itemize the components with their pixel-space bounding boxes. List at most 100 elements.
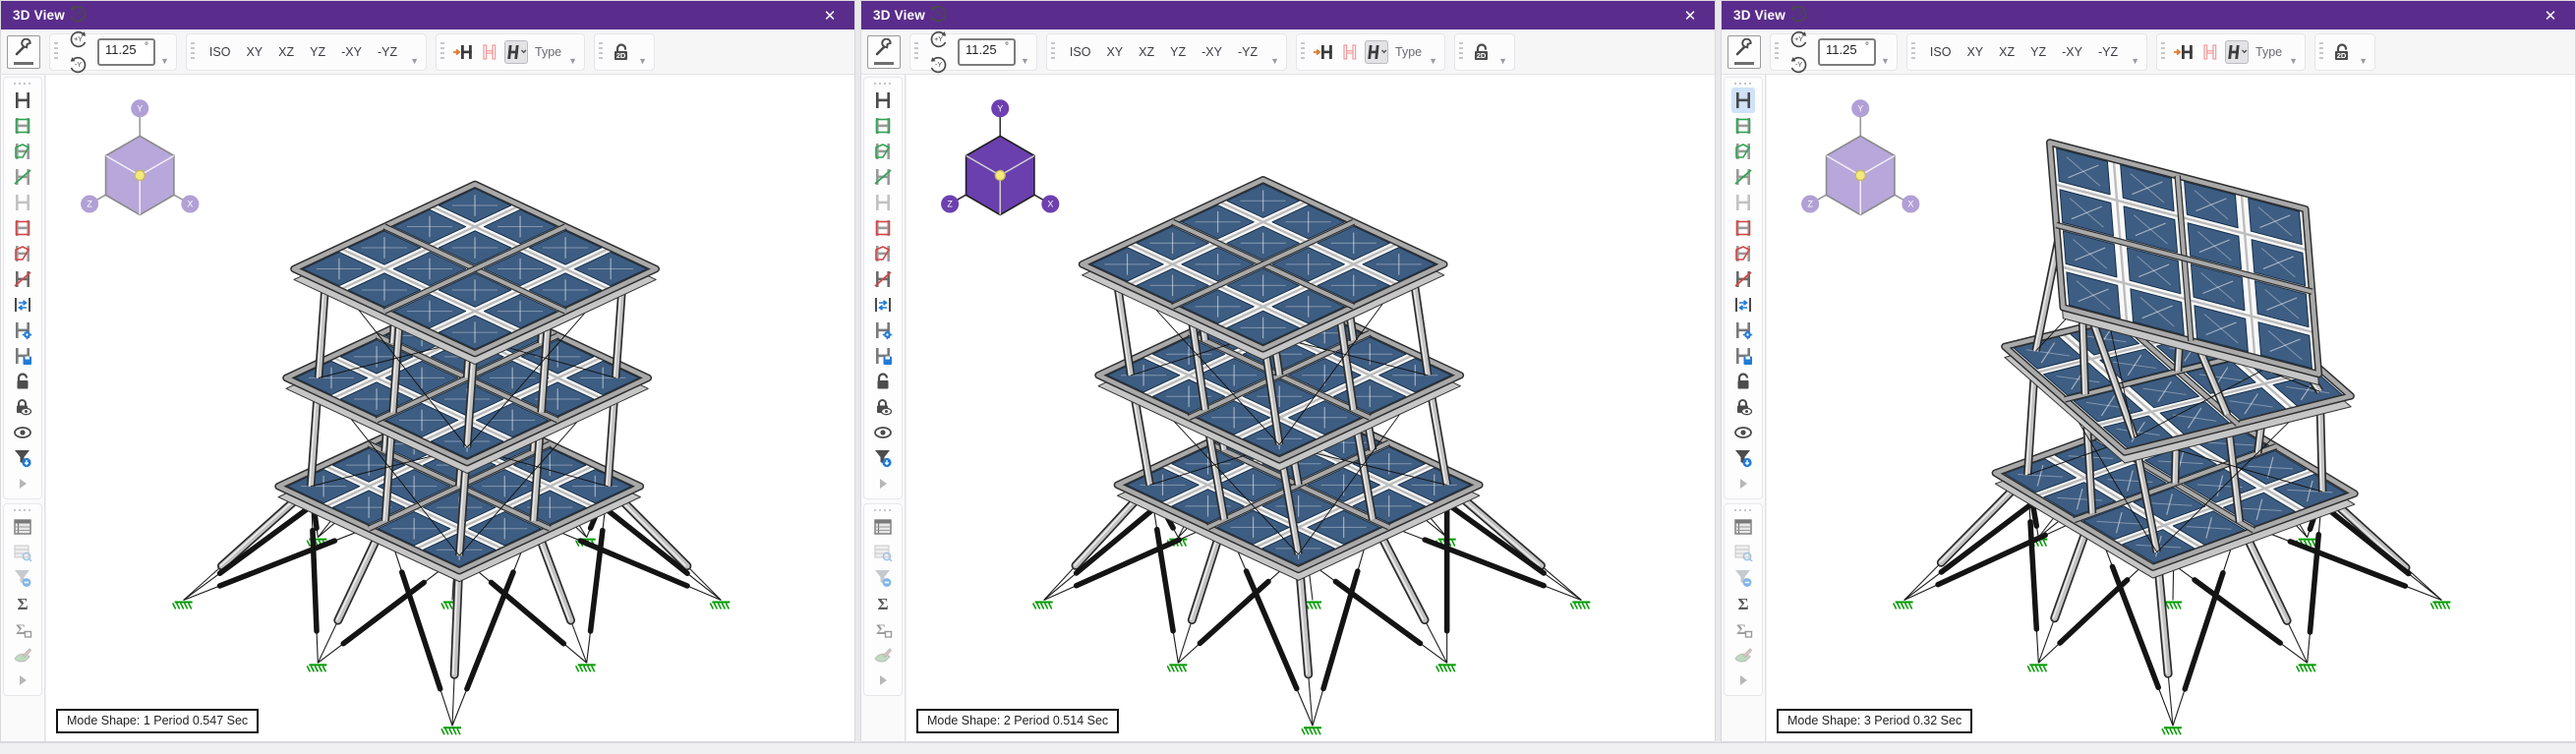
- more-tables-icon[interactable]: [1731, 667, 1755, 693]
- rotate-plusminus-y-button[interactable]: +Y: [65, 27, 90, 52]
- joint-extrude-green-icon[interactable]: [11, 113, 34, 139]
- view--yz-button[interactable]: -YZ: [370, 45, 405, 59]
- group-drag-handle[interactable]: [1459, 42, 1463, 62]
- view-xy-button[interactable]: XY: [1098, 45, 1131, 59]
- rotate-minus-y-button[interactable]: -Y: [65, 52, 90, 78]
- angle-dropdown-arrow[interactable]: ▼: [1021, 56, 1029, 70]
- apply-to-frame-icon[interactable]: [2172, 40, 2195, 64]
- lock-dropdown-arrow[interactable]: ▼: [1498, 56, 1507, 70]
- frame-ghost-icon[interactable]: [11, 190, 34, 215]
- structure-3d-render[interactable]: YZX: [46, 75, 854, 741]
- section-cut-red-icon[interactable]: [1731, 241, 1755, 266]
- paint-results-icon[interactable]: [11, 642, 34, 667]
- unlock-model-icon[interactable]: [871, 369, 895, 394]
- structure-3d-render[interactable]: YZX: [907, 75, 1715, 741]
- type-dropdown-arrow[interactable]: ▼: [2289, 56, 2298, 70]
- view--xy-button[interactable]: -XY: [333, 45, 370, 59]
- filter-results-icon[interactable]: [1731, 565, 1755, 591]
- frame-settings-icon[interactable]: [871, 318, 895, 343]
- panel-titlebar[interactable]: 3D View ✕: [861, 1, 1715, 29]
- lock-2d-icon[interactable]: 2D: [1470, 40, 1493, 64]
- section-cut-green-icon[interactable]: [11, 139, 34, 164]
- frame-pink-icon[interactable]: [2198, 40, 2222, 64]
- viewport-3d[interactable]: YZX Mode Shape: 3 Period 0.32 Sec: [1766, 75, 2575, 741]
- view--yz-button[interactable]: -YZ: [2090, 45, 2126, 59]
- table-search-icon[interactable]: [871, 540, 895, 565]
- frame-settings-icon[interactable]: [11, 318, 34, 343]
- group-drag-handle[interactable]: [914, 42, 918, 62]
- unlock-model-icon[interactable]: [1731, 369, 1755, 394]
- filter-results-icon[interactable]: [11, 565, 34, 591]
- more-tools-icon[interactable]: [1731, 471, 1755, 496]
- type-dropdown-arrow[interactable]: ▼: [568, 56, 577, 70]
- filter-apply-icon[interactable]: [1731, 445, 1755, 471]
- frame-save-icon[interactable]: [11, 343, 34, 369]
- group-drag-handle[interactable]: [1775, 42, 1779, 62]
- view-dropdown-arrow[interactable]: ▼: [2131, 56, 2139, 70]
- view-xy-button[interactable]: XY: [238, 45, 270, 59]
- apply-to-frame-icon[interactable]: [451, 40, 475, 64]
- frame-type-selected-icon[interactable]: [1365, 40, 1388, 64]
- lock-eye-icon[interactable]: [1731, 394, 1755, 420]
- more-tables-icon[interactable]: [871, 667, 895, 693]
- frame-slash-green-icon[interactable]: [1731, 164, 1755, 190]
- viewport-3d[interactable]: YZX Mode Shape: 1 Period 0.547 Sec: [45, 75, 854, 741]
- lock-dropdown-arrow[interactable]: ▼: [638, 56, 647, 70]
- lock-eye-icon[interactable]: [871, 394, 895, 420]
- frame-slash-green-icon[interactable]: [871, 164, 895, 190]
- view-dropdown-arrow[interactable]: ▼: [410, 56, 419, 70]
- rotate-minus-x-button[interactable]: -X: [65, 1, 90, 27]
- filter-apply-icon[interactable]: [11, 445, 34, 471]
- view-yz-button[interactable]: YZ: [1162, 45, 1194, 59]
- frame-ghost-icon[interactable]: [871, 190, 895, 215]
- display-options-button[interactable]: [1727, 35, 1761, 69]
- extrude-view-icon[interactable]: [1731, 87, 1755, 113]
- rail-drag-handle[interactable]: [1734, 80, 1752, 87]
- group-drag-handle[interactable]: [1911, 42, 1915, 62]
- view-xz-button[interactable]: XZ: [1131, 45, 1162, 59]
- section-cut-red-icon[interactable]: [871, 241, 895, 266]
- rail-drag-handle[interactable]: [14, 80, 31, 87]
- joint-extrude-green-icon[interactable]: [871, 113, 895, 139]
- table-list-icon[interactable]: [871, 514, 895, 540]
- section-cut-green-icon[interactable]: [871, 139, 895, 164]
- view-yz-button[interactable]: YZ: [302, 45, 333, 59]
- view--yz-button[interactable]: -YZ: [1230, 45, 1265, 59]
- view--xy-button[interactable]: -XY: [2054, 45, 2090, 59]
- type-dropdown-arrow[interactable]: ▼: [1429, 56, 1437, 70]
- sum-icon[interactable]: Σ: [11, 591, 34, 616]
- view-xy-button[interactable]: XY: [1959, 45, 1991, 59]
- view-iso-button[interactable]: ISO: [1062, 45, 1099, 59]
- table-list-icon[interactable]: [11, 514, 34, 540]
- more-tables-icon[interactable]: [11, 667, 34, 693]
- filter-apply-icon[interactable]: [871, 445, 895, 471]
- frame-slash-green-icon[interactable]: [11, 164, 34, 190]
- table-list-icon[interactable]: [1731, 514, 1755, 540]
- rotate-minus-y-button[interactable]: -Y: [925, 52, 951, 78]
- rotation-angle-input[interactable]: [966, 42, 1005, 57]
- rail-drag-handle[interactable]: [874, 80, 892, 87]
- frame-type-selected-icon[interactable]: [504, 40, 528, 64]
- close-icon[interactable]: ✕: [2536, 7, 2565, 25]
- frame-settings-icon[interactable]: [1731, 318, 1755, 343]
- rail-drag-handle[interactable]: [874, 506, 892, 514]
- view-yz-button[interactable]: YZ: [2022, 45, 2054, 59]
- group-drag-handle[interactable]: [1301, 42, 1305, 62]
- unlock-model-icon[interactable]: [11, 369, 34, 394]
- sum-icon[interactable]: Σ: [1731, 591, 1755, 616]
- table-search-icon[interactable]: [11, 540, 34, 565]
- extrude-view-icon[interactable]: [871, 87, 895, 113]
- display-options-button[interactable]: [867, 35, 901, 69]
- rotate-minus-y-button[interactable]: -Y: [1786, 52, 1811, 78]
- group-drag-handle[interactable]: [54, 42, 58, 62]
- show-hide-icon[interactable]: [1731, 420, 1755, 445]
- close-icon[interactable]: ✕: [815, 7, 845, 25]
- extrude-view-icon[interactable]: [11, 87, 34, 113]
- frame-slash-red-icon[interactable]: [11, 266, 34, 292]
- joint-extrude-green-icon[interactable]: [1731, 113, 1755, 139]
- rotation-angle-input[interactable]: [1826, 42, 1865, 57]
- angle-dropdown-arrow[interactable]: ▼: [1881, 56, 1890, 70]
- frame-save-icon[interactable]: [871, 343, 895, 369]
- sum-icon[interactable]: Σ: [871, 591, 895, 616]
- view-iso-button[interactable]: ISO: [1922, 45, 1960, 59]
